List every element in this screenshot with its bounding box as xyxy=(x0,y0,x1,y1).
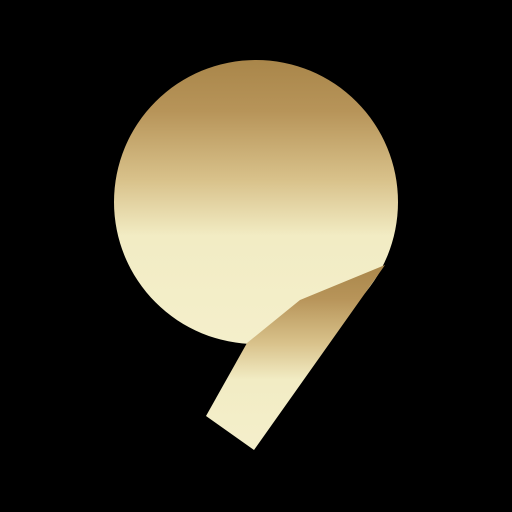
gold-nine-logo-icon xyxy=(114,60,398,450)
nine-glyph xyxy=(114,60,398,450)
app-icon-canvas xyxy=(0,0,512,512)
